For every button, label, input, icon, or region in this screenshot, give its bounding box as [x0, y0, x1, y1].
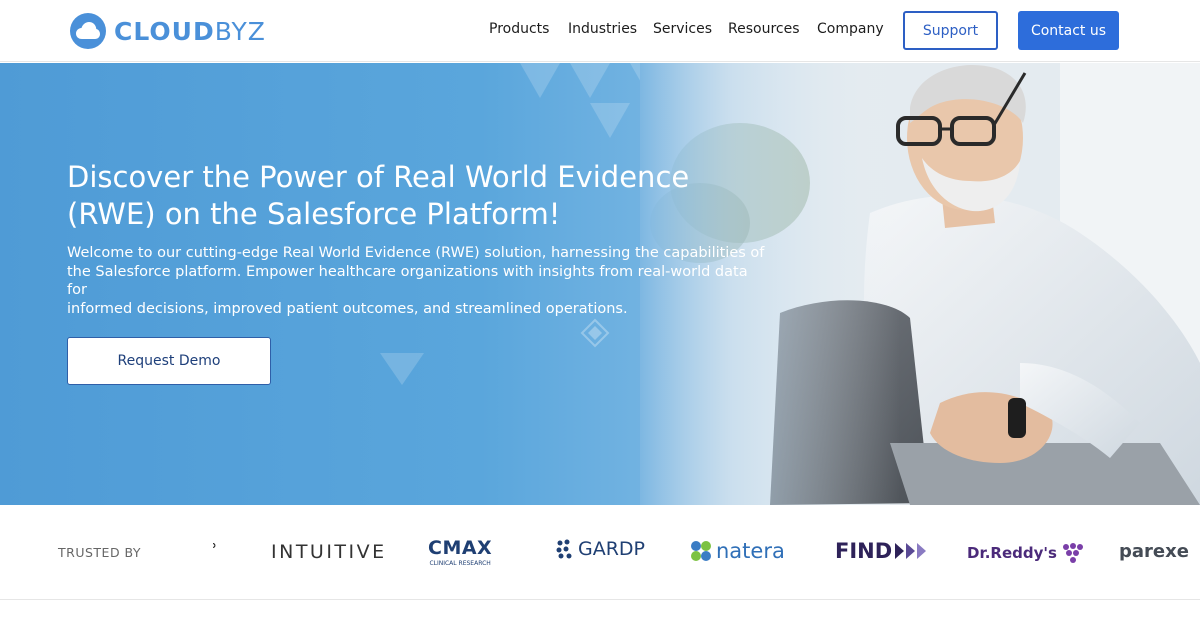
hero-description: Welcome to our cutting-edge Real World E…	[67, 244, 767, 318]
contact-us-button[interactable]: Contact us	[1018, 11, 1119, 50]
site-header: CLOUDBYZ Products Industries Services Re…	[0, 0, 1200, 62]
brand-logo-parexel: parexe	[1119, 541, 1189, 562]
drreddys-wordmark: Dr.Reddy's	[967, 544, 1057, 562]
trusted-by-label: TRUSTED BY	[58, 545, 142, 560]
natera-clover-icon	[691, 541, 711, 561]
hero-title: Discover the Power of Real World Evidenc…	[67, 159, 747, 233]
logo-primary: CLOUD	[114, 16, 215, 46]
gardp-dots-icon	[556, 539, 572, 559]
natera-wordmark: natera	[716, 539, 785, 563]
drreddys-heart-icon	[1062, 543, 1083, 563]
hero-title-line2: (RWE) on the Salesforce Platform!	[67, 197, 561, 231]
request-demo-button[interactable]: Request Demo	[67, 337, 271, 385]
find-wordmark: FIND	[835, 539, 893, 563]
brand-logo-drreddys: Dr.Reddy's	[967, 541, 1088, 565]
trusted-by-strip: TRUSTED BY ʾ INTUITIVE CMAX CLINICAL RES…	[0, 505, 1200, 600]
decorative-diamond	[580, 318, 610, 348]
nav-industries[interactable]: Industries	[568, 21, 637, 37]
hero-desc-line1: Welcome to our cutting-edge Real World E…	[67, 245, 765, 261]
cloud-icon	[70, 13, 106, 49]
parexel-wordmark: parexe	[1119, 541, 1189, 562]
cmax-wordmark: CMAX	[428, 537, 493, 559]
gardp-wordmark: GARDP	[578, 538, 646, 560]
decorative-triangle-mid	[380, 353, 424, 385]
find-arrows-icon	[895, 543, 927, 559]
nav-services[interactable]: Services	[653, 21, 712, 37]
brand-logo-partial: ʾ	[212, 541, 218, 562]
hero-title-line1: Discover the Power of Real World Evidenc…	[67, 160, 690, 194]
brand-logo-gardp: GARDP	[556, 538, 645, 560]
nav-products[interactable]: Products	[489, 21, 549, 37]
intuitive-wordmark: INTUITIVE	[271, 541, 387, 563]
hero-desc-line3: informed decisions, improved patient out…	[67, 300, 628, 317]
nav-resources[interactable]: Resources	[728, 21, 800, 37]
brand-logo-intuitive: INTUITIVE	[271, 541, 387, 563]
nav-company[interactable]: Company	[817, 21, 884, 37]
cmax-subtitle: CLINICAL RESEARCH	[429, 560, 491, 567]
support-button[interactable]: Support	[903, 11, 998, 50]
brand-logo-cmax: CMAX CLINICAL RESEARCH	[428, 537, 492, 567]
logo-wordmark: CLOUDBYZ	[114, 17, 266, 46]
brand-logo-natera: natera	[690, 539, 785, 563]
logo-secondary: BYZ	[214, 16, 266, 46]
hero-section: Discover the Power of Real World Evidenc…	[0, 63, 1200, 505]
hero-desc-line2: the Salesforce platform. Empower healthc…	[67, 263, 748, 299]
brand-logo-find: FIND	[835, 539, 929, 563]
cloudbyz-logo[interactable]: CLOUDBYZ	[70, 13, 266, 49]
